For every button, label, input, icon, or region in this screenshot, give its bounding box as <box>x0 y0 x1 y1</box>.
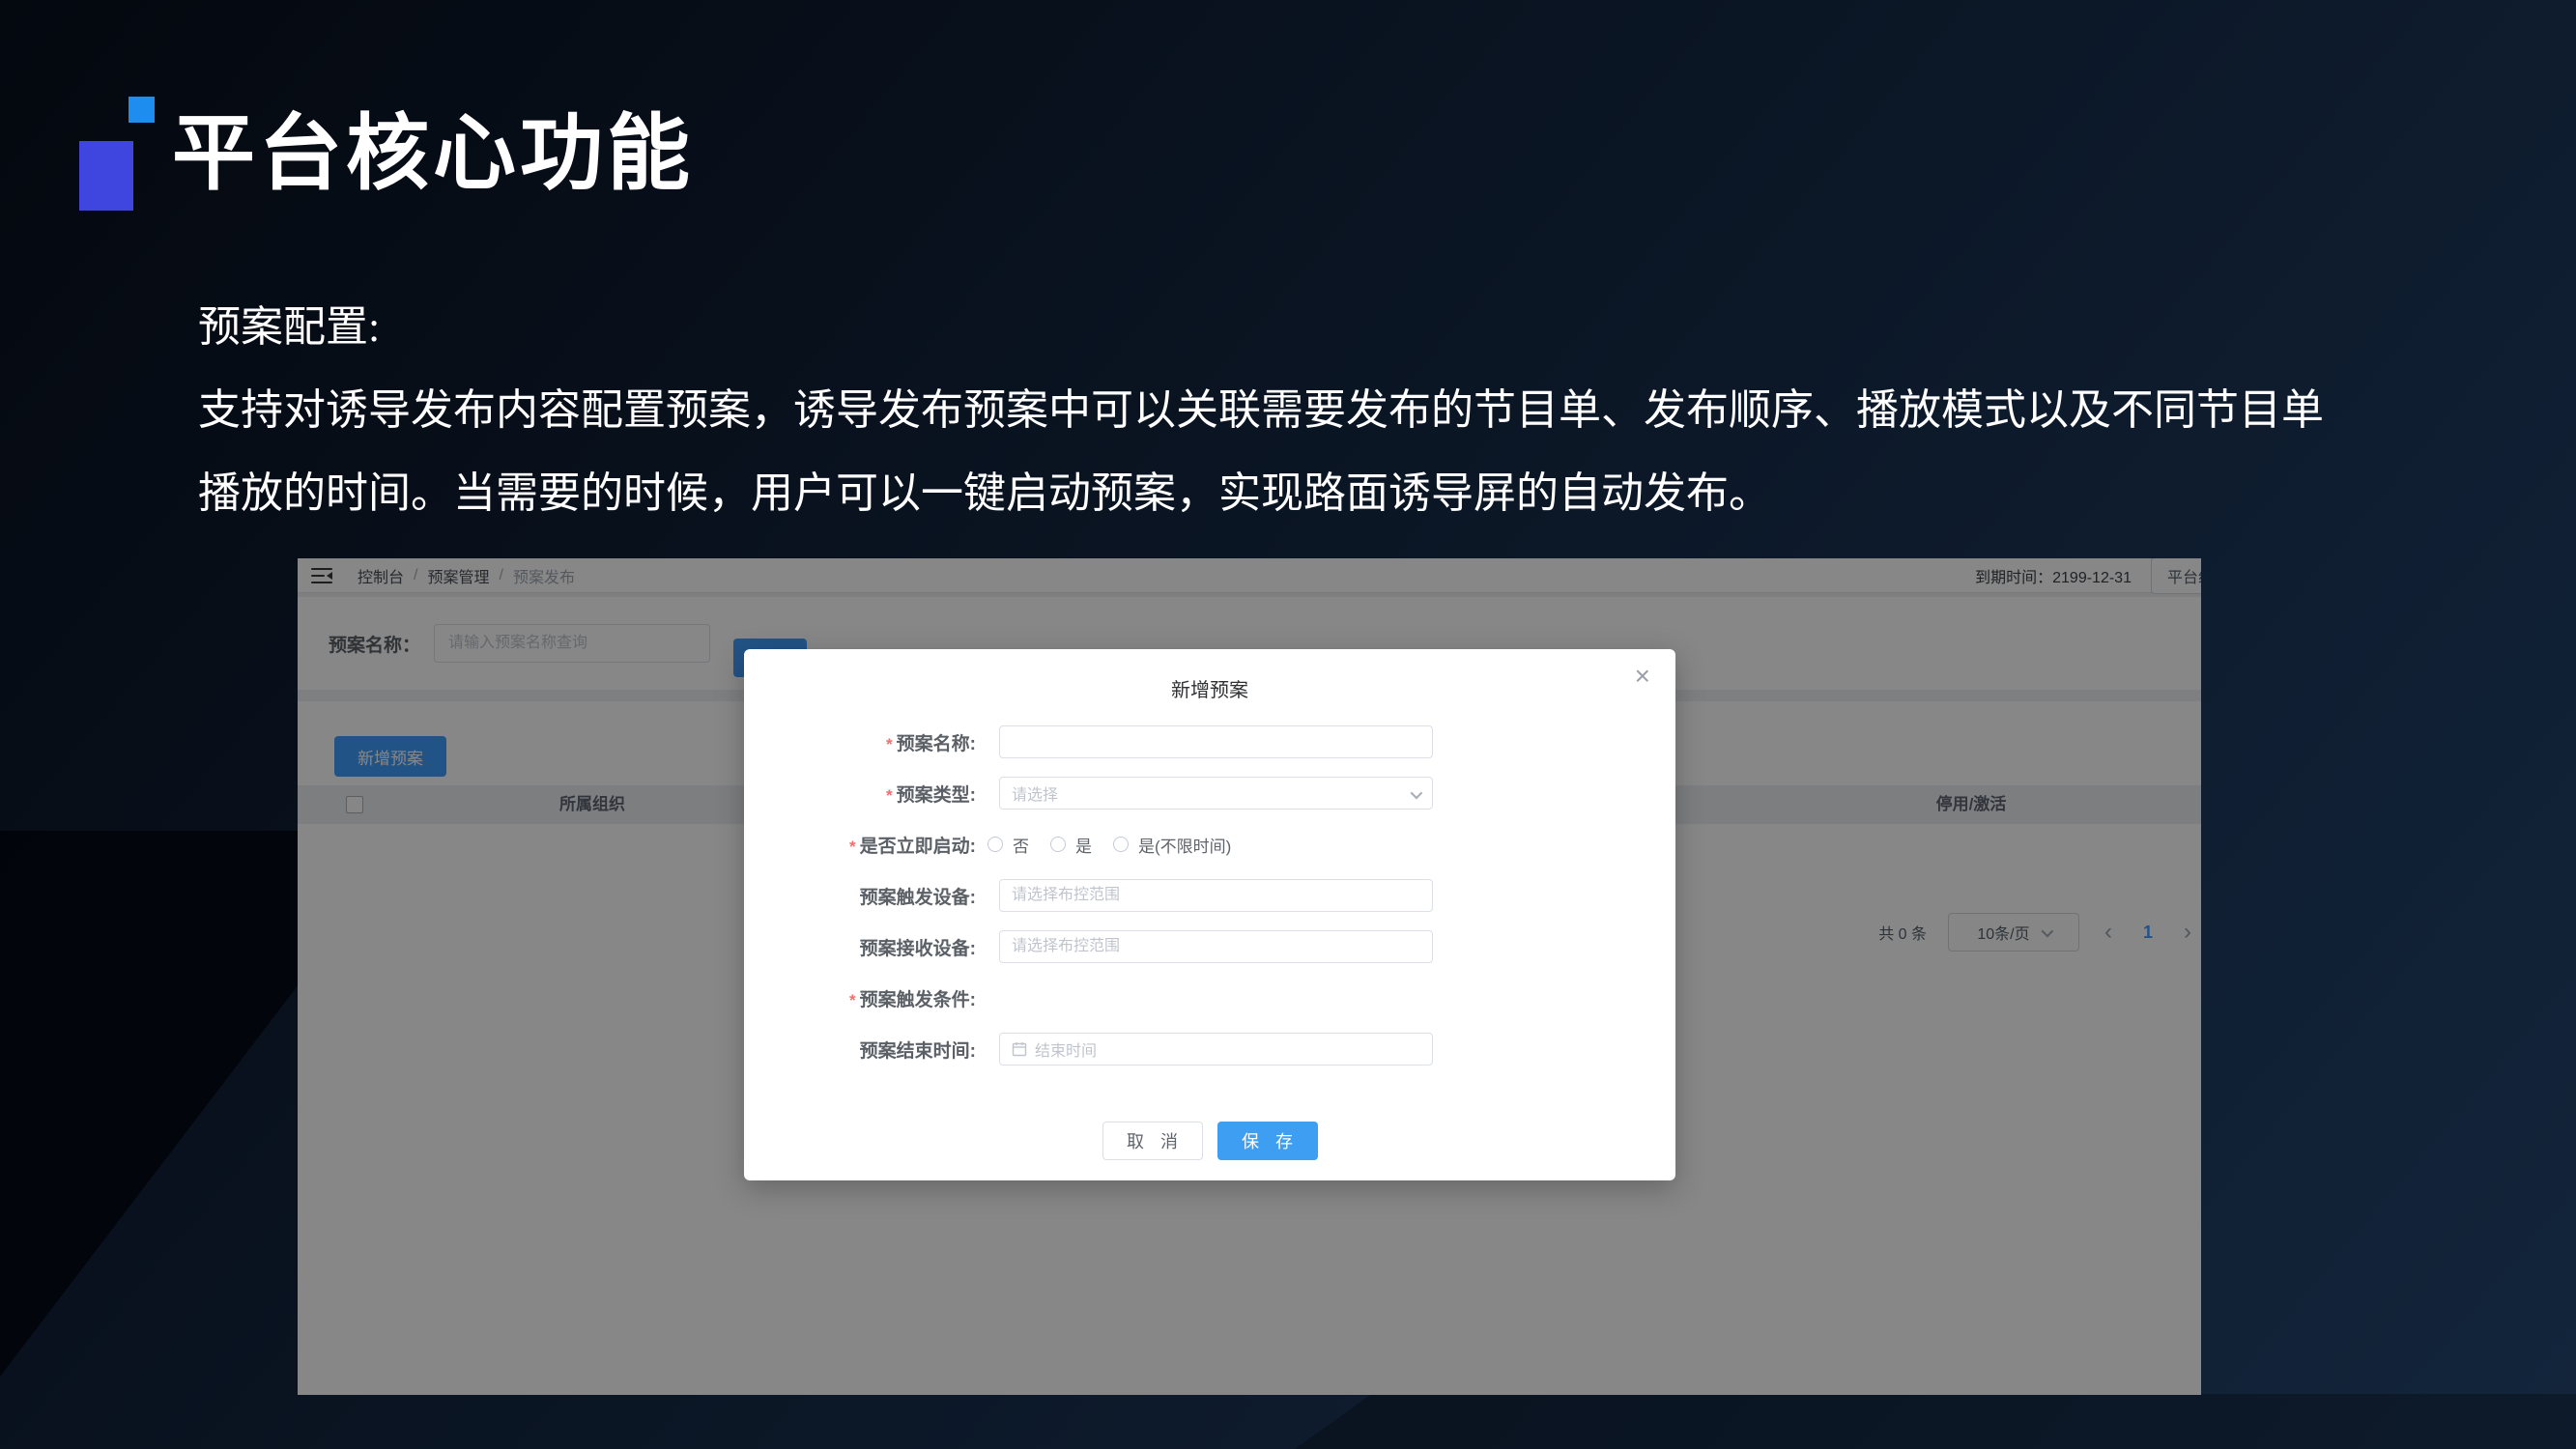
modal-form: *预案名称: *预案类型: 请选择 *是否立即启动: <box>744 725 1675 1084</box>
plan-name-field[interactable] <box>999 725 1433 758</box>
plan-type-placeholder: 请选择 <box>1012 781 1058 805</box>
page-title: 平台核心功能 <box>172 85 694 206</box>
radio-label: 是 <box>1075 833 1092 857</box>
plan-type-field-label: *预案类型: <box>744 781 976 807</box>
title-accent-square-small <box>129 97 155 123</box>
trigger-device-field[interactable] <box>999 879 1433 912</box>
trigger-device-field-label: 预案触发设备: <box>744 883 976 909</box>
end-time-field-label: 预案结束时间: <box>744 1037 976 1063</box>
receive-device-field[interactable] <box>999 930 1433 963</box>
body-line-2: 播放的时间。当需要的时候，用户可以一键启动预案，实现路面诱导屏的自动发布。 <box>198 452 2420 535</box>
receive-device-field-label: 预案接收设备: <box>744 934 976 960</box>
cancel-button[interactable]: 取 消 <box>1102 1122 1203 1160</box>
radio-icon <box>1113 837 1129 852</box>
body-line-1: 支持对诱导发布内容配置预案，诱导发布预案中可以关联需要发布的节目单、发布顺序、播… <box>198 369 2420 452</box>
form-row-plan-type: *预案类型: 请选择 <box>744 777 1675 810</box>
decorative-triangle-right <box>1295 1394 2576 1449</box>
end-time-placeholder: 结束时间 <box>1035 1037 1097 1061</box>
modal-footer: 取 消 保 存 <box>744 1122 1675 1160</box>
slide-background: 平台核心功能 预案配置: 支持对诱导发布内容配置预案，诱导发布预案中可以关联需要… <box>0 0 2576 1449</box>
form-row-trigger-condition: *预案触发条件: <box>744 981 1675 1014</box>
form-row-start-immediately: *是否立即启动: 否 是 是(不限时间) <box>744 828 1675 861</box>
plan-type-select[interactable]: 请选择 <box>999 777 1433 810</box>
end-time-date-picker[interactable]: 结束时间 <box>999 1033 1433 1065</box>
calendar-icon <box>1012 1041 1027 1057</box>
title-accent-square-large <box>79 141 133 211</box>
radio-label: 是(不限时间) <box>1138 833 1231 857</box>
required-asterisk: * <box>886 735 893 753</box>
required-asterisk: * <box>849 838 856 856</box>
save-button[interactable]: 保 存 <box>1217 1122 1318 1160</box>
body-text: 预案配置: 支持对诱导发布内容配置预案，诱导发布预案中可以关联需要发布的节目单、… <box>198 286 2420 535</box>
form-row-receive-device: 预案接收设备: <box>744 930 1675 963</box>
radio-option-no[interactable]: 否 <box>987 833 1029 857</box>
app-screenshot: 控制台 / 预案管理 / 预案发布 到期时间：2199-12-31 平台续费 预… <box>298 558 2201 1395</box>
close-icon[interactable]: × <box>1635 663 1650 690</box>
modal-title: 新增预案 <box>744 674 1675 702</box>
start-immediately-radio-group: 否 是 是(不限时间) <box>987 833 1231 857</box>
radio-option-yes-unlimited[interactable]: 是(不限时间) <box>1113 833 1231 857</box>
required-asterisk: * <box>886 786 893 805</box>
trigger-condition-field-label: *预案触发条件: <box>744 985 976 1011</box>
radio-option-yes[interactable]: 是 <box>1050 833 1092 857</box>
required-asterisk: * <box>849 991 856 1009</box>
radio-icon <box>987 837 1003 852</box>
form-row-end-time: 预案结束时间: 结束时间 <box>744 1033 1675 1065</box>
chevron-down-icon <box>1411 787 1423 800</box>
form-row-trigger-device: 预案触发设备: <box>744 879 1675 912</box>
body-heading: 预案配置: <box>198 286 2420 369</box>
radio-icon <box>1050 837 1066 852</box>
form-row-plan-name: *预案名称: <box>744 725 1675 758</box>
add-plan-modal: 新增预案 × *预案名称: *预案类型: 请选择 <box>744 649 1675 1180</box>
start-immediately-field-label: *是否立即启动: <box>744 832 976 858</box>
plan-name-field-label: *预案名称: <box>744 729 976 755</box>
radio-label: 否 <box>1013 833 1029 857</box>
